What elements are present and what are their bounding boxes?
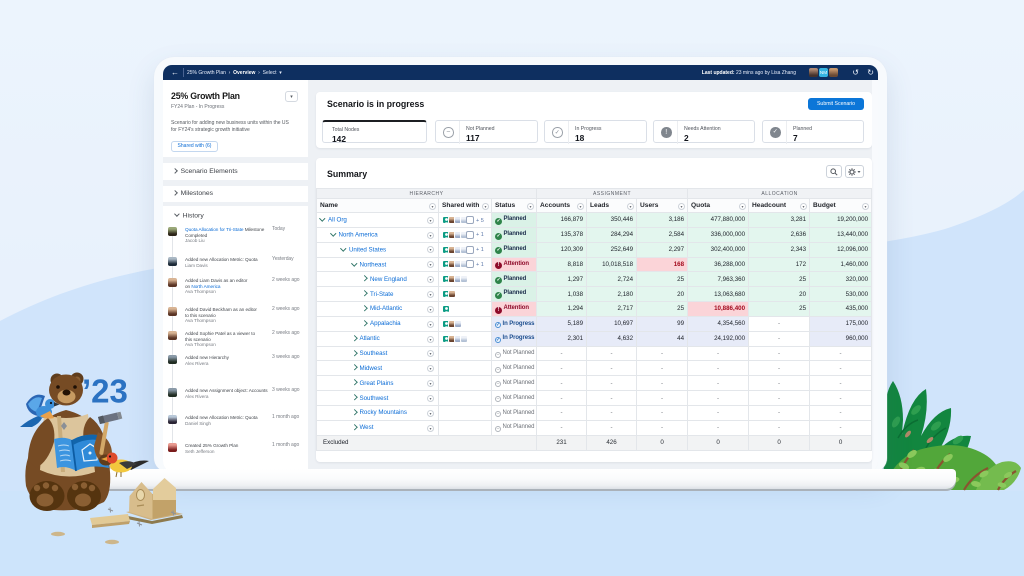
svg-text:’23: ’23 (82, 373, 128, 410)
